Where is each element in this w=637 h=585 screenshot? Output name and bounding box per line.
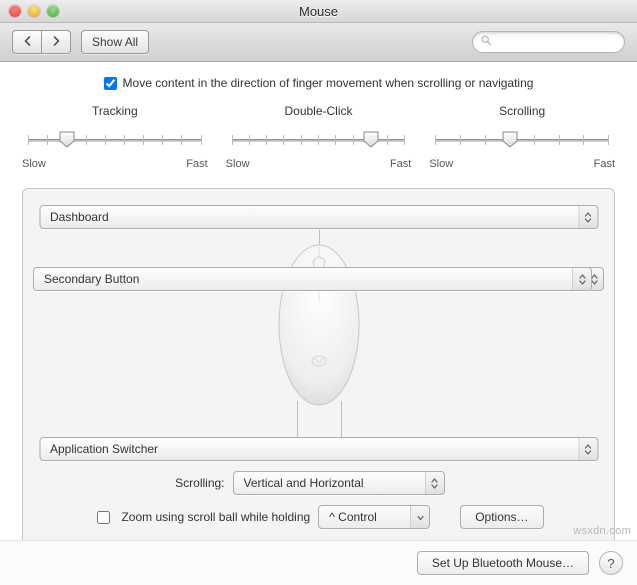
scrolling-label: Scrolling:: [95, 476, 225, 490]
updown-arrows-icon: [572, 268, 591, 290]
scrolling-slider[interactable]: [429, 130, 615, 150]
zoom-options-button[interactable]: Options…: [460, 505, 543, 529]
double-click-slider-block: Double-Click Slow Fast: [226, 104, 412, 170]
zoom-window-button[interactable]: [47, 5, 59, 17]
natural-scroll-checkbox[interactable]: [104, 77, 117, 90]
zoom-modifier-popup-label: ^ Control: [329, 510, 410, 524]
zoom-modifier-popup[interactable]: ^ Control: [318, 505, 430, 529]
scrolling-mode-popup[interactable]: Vertical and Horizontal: [233, 471, 445, 495]
bluetooth-setup-button[interactable]: Set Up Bluetooth Mouse…: [417, 551, 589, 575]
help-button[interactable]: ?: [599, 551, 623, 575]
double-click-slider[interactable]: [226, 130, 412, 150]
double-click-slow-label: Slow: [226, 158, 250, 170]
forward-button[interactable]: [42, 30, 71, 54]
zoom-label: Zoom using scroll ball while holding: [121, 510, 310, 524]
window-titlebar: Mouse: [0, 0, 637, 23]
search-icon: [481, 35, 496, 49]
scroll-ball-popup[interactable]: Dashboard: [39, 205, 598, 229]
tracking-fast-label: Fast: [186, 158, 207, 170]
back-button[interactable]: [12, 30, 42, 54]
scrolling-fast-label: Fast: [594, 158, 615, 170]
tracking-slow-label: Slow: [22, 158, 46, 170]
search-field[interactable]: [472, 31, 625, 53]
double-click-fast-label: Fast: [390, 158, 411, 170]
scroll-ball-popup-label: Dashboard: [50, 210, 578, 224]
squeeze-popup-label: Application Switcher: [50, 442, 578, 456]
chevron-down-icon: [410, 506, 429, 528]
double-click-title: Double-Click: [284, 104, 352, 118]
scrolling-slow-label: Slow: [429, 158, 453, 170]
mouse-group-box: Dashboard Primary Button Secondary Butto…: [22, 188, 615, 544]
scrolling-slider-block: Scrolling Slow Fast: [429, 104, 615, 170]
tracking-slider-block: Tracking Slow Fast: [22, 104, 208, 170]
updown-arrows-icon: [578, 438, 597, 460]
squeeze-popup[interactable]: Application Switcher: [39, 437, 598, 461]
scrolling-mode-popup-label: Vertical and Horizontal: [244, 476, 425, 490]
tracking-slider[interactable]: [22, 130, 208, 150]
search-input[interactable]: [496, 35, 616, 49]
footer: Set Up Bluetooth Mouse… ?: [0, 540, 637, 585]
updown-arrows-icon: [578, 206, 597, 228]
show-all-button[interactable]: Show All: [81, 30, 149, 54]
natural-scroll-label: Move content in the direction of finger …: [123, 76, 534, 90]
window-title: Mouse: [0, 4, 637, 19]
chevron-right-icon: [52, 35, 61, 49]
updown-arrows-icon: [425, 472, 444, 494]
scrolling-title: Scrolling: [499, 104, 545, 118]
minimize-window-button[interactable]: [28, 5, 40, 17]
secondary-button-popup-label: Secondary Button: [44, 272, 572, 286]
close-window-button[interactable]: [9, 5, 21, 17]
zoom-checkbox[interactable]: [97, 511, 110, 524]
toolbar: Show All: [0, 23, 637, 62]
chevron-left-icon: [23, 35, 32, 49]
watermark: wsxdn.com: [573, 525, 631, 537]
secondary-button-popup[interactable]: Secondary Button: [33, 267, 592, 291]
tracking-title: Tracking: [92, 104, 138, 118]
